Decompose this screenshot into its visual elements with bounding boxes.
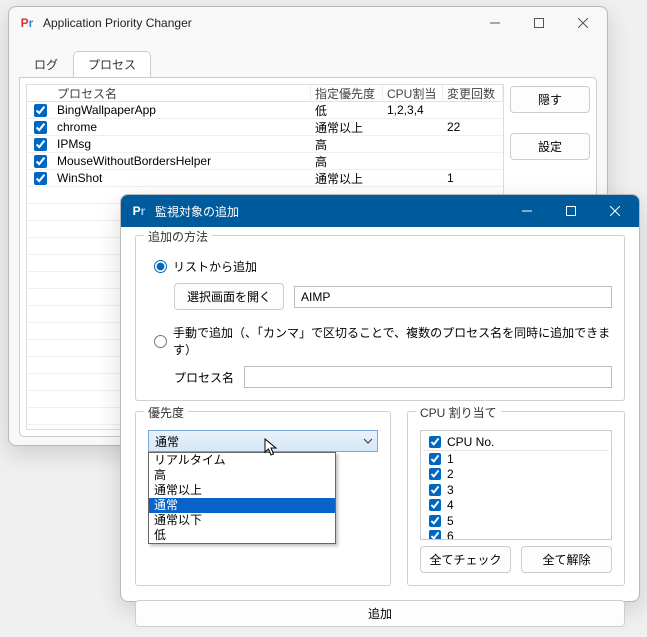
table-row[interactable]: MouseWithoutBordersHelper高 (27, 153, 503, 170)
manual-process-field[interactable] (244, 366, 612, 388)
tab-bar: ログ プロセス (9, 39, 607, 77)
cpu-checkbox[interactable] (429, 499, 441, 511)
table-row[interactable]: WinShot通常以上 1 (27, 170, 503, 187)
table-row[interactable]: IPMsg高 (27, 136, 503, 153)
method-group-label: 追加の方法 (144, 228, 212, 245)
cpu-checkbox[interactable] (429, 530, 441, 540)
radio-from-list-label: リストから追加 (173, 258, 257, 275)
open-picker-button[interactable]: 選択画面を開く (174, 283, 284, 310)
cell-priority: 低 (311, 102, 383, 119)
dialog-title: 監視対象の追加 (155, 203, 505, 220)
cell-name: chrome (53, 120, 311, 134)
priority-group: 優先度 通常 リアルタイム高通常以上通常通常以下低 (135, 411, 391, 586)
cell-changes: 22 (443, 120, 503, 134)
cpu-group: CPU 割り当て CPU No. 123456 全てチェック 全て解除 (407, 411, 625, 586)
maximize-button[interactable] (517, 8, 561, 38)
cpu-row[interactable]: 6 (423, 529, 609, 541)
cpu-check-all-header[interactable] (429, 436, 441, 448)
cpu-number: 6 (447, 529, 609, 540)
dialog-maximize-button[interactable] (549, 196, 593, 226)
close-button[interactable] (561, 8, 605, 38)
check-all-button[interactable]: 全てチェック (420, 546, 511, 573)
cpu-number: 4 (447, 498, 609, 512)
cpu-row[interactable]: 5 (423, 513, 609, 529)
cpu-checkbox[interactable] (429, 453, 441, 465)
hide-button[interactable]: 隠す (510, 86, 590, 113)
cell-name: WinShot (53, 171, 311, 185)
cpu-group-label: CPU 割り当て (416, 404, 501, 421)
radio-from-list[interactable]: リストから追加 (154, 258, 612, 275)
main-title: Application Priority Changer (43, 16, 473, 30)
priority-option[interactable]: 通常以上 (149, 483, 335, 498)
table-row[interactable]: BingWallpaperApp低1,2,3,4 (27, 102, 503, 119)
cpu-row[interactable]: 4 (423, 498, 609, 514)
radio-manual[interactable]: 手動で追加（、「カンマ」で区切ることで、複数のプロセス名を同時に追加できます） (154, 324, 612, 358)
add-button[interactable]: 追加 (135, 600, 625, 627)
priority-dropdown[interactable]: リアルタイム高通常以上通常通常以下低 (148, 452, 336, 544)
dialog-close-button[interactable] (593, 196, 637, 226)
cell-priority: 通常以上 (311, 170, 383, 187)
uncheck-all-button[interactable]: 全て解除 (521, 546, 612, 573)
tab-log[interactable]: ログ (19, 51, 73, 77)
row-checkbox[interactable] (34, 121, 47, 134)
priority-option[interactable]: 低 (149, 528, 335, 543)
priority-combo[interactable]: 通常 (148, 430, 378, 452)
cell-name: BingWallpaperApp (53, 103, 311, 117)
cpu-number: 3 (447, 483, 609, 497)
col-name[interactable]: プロセス名 (53, 85, 311, 102)
add-target-dialog: Pr 監視対象の追加 追加の方法 リストから追加 選択画面を開く AIMP 手動… (120, 194, 640, 602)
priority-option[interactable]: 高 (149, 468, 335, 483)
cpu-number: 5 (447, 514, 609, 528)
cpu-checkbox[interactable] (429, 484, 441, 496)
cell-priority: 通常以上 (311, 119, 383, 136)
radio-from-list-input[interactable] (154, 260, 167, 273)
cpu-col-header: CPU No. (447, 435, 609, 449)
table-header: プロセス名 指定優先度 CPU割当 変更回数 (27, 85, 503, 102)
priority-option[interactable]: リアルタイム (149, 453, 335, 468)
cell-priority: 高 (311, 153, 383, 170)
priority-combo-value: 通常 (155, 433, 179, 450)
cpu-row[interactable]: 3 (423, 482, 609, 498)
cpu-list[interactable]: CPU No. 12 34 56 (420, 430, 612, 540)
app-icon: Pr (19, 15, 35, 31)
cpu-number: 2 (447, 467, 609, 481)
row-checkbox[interactable] (34, 138, 47, 151)
priority-group-label: 優先度 (144, 404, 188, 421)
cpu-row[interactable]: 1 (423, 451, 609, 467)
method-group: 追加の方法 リストから追加 選択画面を開く AIMP 手動で追加（、「カンマ」で… (135, 235, 625, 401)
cell-cpu: 1,2,3,4 (383, 103, 443, 117)
cell-priority: 高 (311, 136, 383, 153)
cell-changes: 1 (443, 171, 503, 185)
radio-manual-label: 手動で追加（、「カンマ」で区切ることで、複数のプロセス名を同時に追加できます） (173, 324, 612, 358)
dialog-titlebar[interactable]: Pr 監視対象の追加 (121, 195, 639, 227)
manual-field-label: プロセス名 (174, 369, 234, 386)
cpu-checkbox[interactable] (429, 468, 441, 480)
dialog-minimize-button[interactable] (505, 196, 549, 226)
row-checkbox[interactable] (34, 155, 47, 168)
cpu-row[interactable]: 2 (423, 467, 609, 483)
col-cpu[interactable]: CPU割当 (383, 85, 443, 102)
cell-name: IPMsg (53, 137, 311, 151)
chevron-down-icon (363, 435, 373, 449)
priority-option[interactable]: 通常以下 (149, 513, 335, 528)
settings-button[interactable]: 設定 (510, 133, 590, 160)
selected-process-field[interactable]: AIMP (294, 286, 612, 308)
tab-process[interactable]: プロセス (73, 51, 151, 77)
col-priority[interactable]: 指定優先度 (311, 85, 383, 102)
row-checkbox[interactable] (34, 172, 47, 185)
priority-option[interactable]: 通常 (149, 498, 335, 513)
cell-name: MouseWithoutBordersHelper (53, 154, 311, 168)
minimize-button[interactable] (473, 8, 517, 38)
cpu-checkbox[interactable] (429, 515, 441, 527)
cpu-number: 1 (447, 452, 609, 466)
main-titlebar[interactable]: Pr Application Priority Changer (9, 7, 607, 39)
app-icon: Pr (131, 203, 147, 219)
radio-manual-input[interactable] (154, 335, 167, 348)
table-row[interactable]: chrome通常以上 22 (27, 119, 503, 136)
col-changes[interactable]: 変更回数 (443, 85, 503, 102)
row-checkbox[interactable] (34, 104, 47, 117)
